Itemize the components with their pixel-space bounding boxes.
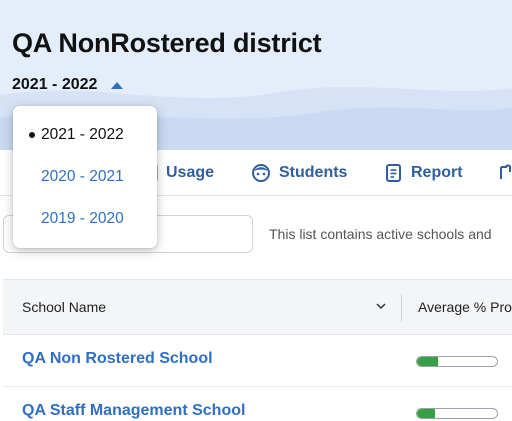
school-year-dropdown-menu: 2021 - 2022 2020 - 2021 2019 - 2020	[13, 106, 157, 248]
school-name-link[interactable]: QA Staff Management School	[22, 402, 245, 420]
report-icon	[386, 164, 401, 182]
tab-report[interactable]: Report	[385, 150, 463, 196]
year-option-label: 2019 - 2020	[41, 210, 124, 227]
tab-usage-label: Usage	[166, 164, 215, 181]
table-row: QA Staff Management School	[3, 387, 512, 421]
tab-students-label: Students	[279, 164, 348, 181]
school-year-selector[interactable]: 2021 - 2022	[12, 74, 124, 96]
column-header-average-progress[interactable]: Average % Pro	[418, 299, 512, 315]
list-info-text: This list contains active schools and	[269, 226, 492, 242]
year-option-label: 2021 - 2022	[41, 126, 124, 143]
column-header-school-name[interactable]: School Name	[22, 299, 106, 315]
average-progress-bar	[416, 356, 498, 367]
school-name-link[interactable]: QA Non Rostered School	[22, 350, 213, 368]
tab-report-label: Report	[411, 164, 463, 181]
student-face-icon	[252, 164, 270, 182]
year-option[interactable]: 2020 - 2021	[13, 160, 157, 194]
progress-fill	[417, 409, 435, 418]
year-option-selected[interactable]: 2021 - 2022	[13, 118, 157, 152]
tab-usage[interactable]: Usage	[150, 150, 214, 196]
table-row: QA Non Rostered School	[3, 335, 512, 387]
page-title: QA NonRostered district	[12, 28, 322, 58]
puzzle-icon	[500, 164, 511, 179]
tab-students[interactable]: Students	[251, 150, 347, 196]
column-divider[interactable]	[401, 294, 402, 322]
tab-more[interactable]	[498, 150, 512, 196]
year-option-label: 2020 - 2021	[41, 168, 124, 185]
average-progress-bar	[416, 408, 498, 419]
table-header: School Name Average % Pro	[3, 279, 512, 335]
chevron-down-icon[interactable]	[375, 300, 387, 312]
progress-fill	[417, 357, 438, 366]
school-year-label: 2021 - 2022	[12, 76, 98, 93]
year-option[interactable]: 2019 - 2020	[13, 202, 157, 236]
selected-bullet-icon	[29, 132, 35, 138]
caret-up-icon	[111, 81, 124, 89]
